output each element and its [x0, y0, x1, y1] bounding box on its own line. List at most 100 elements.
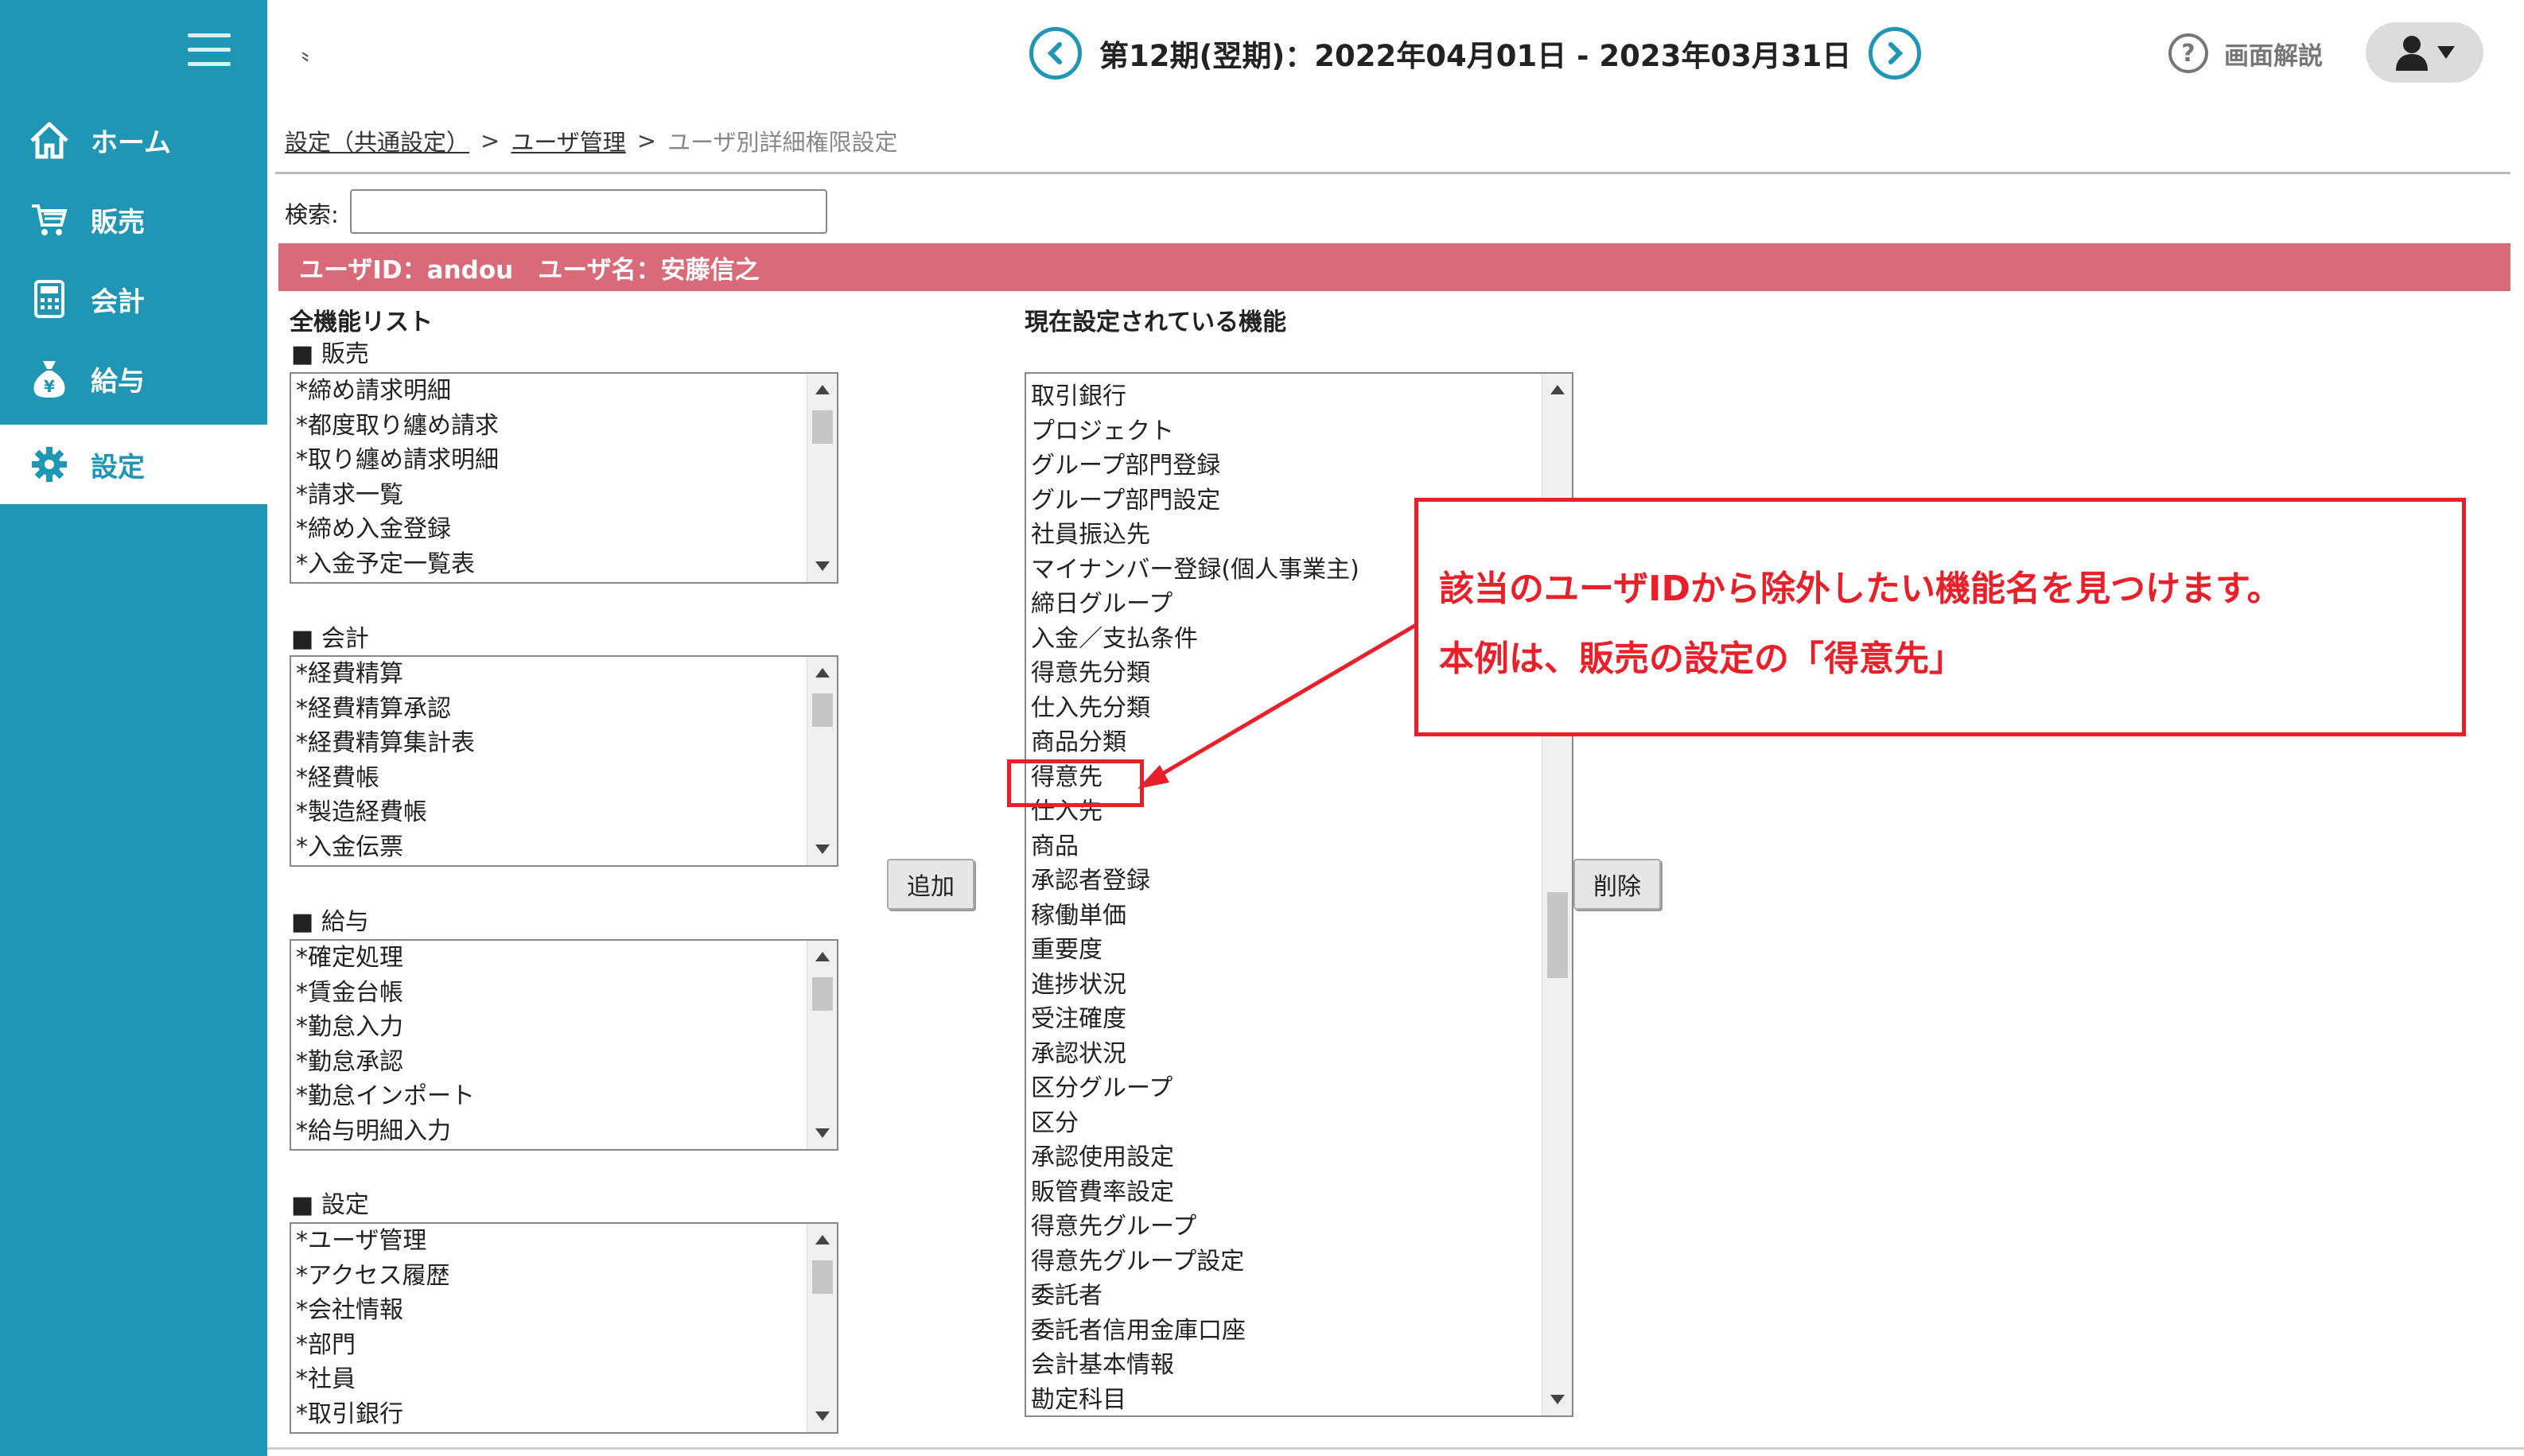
- list-item[interactable]: *請求一覧: [296, 478, 805, 513]
- list-item[interactable]: 承認者登録: [1031, 864, 1540, 899]
- scrollbar-thumb[interactable]: [812, 693, 833, 727]
- list-item[interactable]: *勤怠承認: [296, 1045, 805, 1080]
- sidebar-item-settings[interactable]: 設定: [0, 425, 267, 504]
- scroll-down-arrow-icon[interactable]: [815, 1411, 830, 1421]
- scrollbar[interactable]: [807, 941, 837, 1149]
- list-item[interactable]: *都度取り纏め請求: [296, 409, 805, 444]
- list-item[interactable]: *製造経費帳: [296, 795, 805, 830]
- function-list-settings[interactable]: *ユーザ管理 *アクセス履歴 *会社情報 *部門 *社員 *取引銀行: [290, 1222, 838, 1434]
- scrollbar[interactable]: [807, 657, 837, 865]
- scroll-down-arrow-icon[interactable]: [815, 561, 830, 571]
- calculator-icon: [27, 277, 72, 321]
- list-item[interactable]: プロジェクト: [1031, 414, 1540, 449]
- list-item[interactable]: *部門: [296, 1328, 805, 1363]
- scrollbar[interactable]: [807, 374, 837, 582]
- header-mark: 〟: [301, 38, 325, 66]
- add-button[interactable]: 追加: [887, 859, 974, 910]
- list-item[interactable]: *入金伝票: [296, 830, 805, 865]
- list-item[interactable]: 取引銀行: [1031, 379, 1540, 414]
- question-icon: ?: [2168, 33, 2208, 73]
- list-item[interactable]: 委託者: [1031, 1279, 1540, 1314]
- all-functions-title: 全機能リスト: [290, 309, 433, 336]
- list-item[interactable]: *ユーザ管理: [296, 1224, 805, 1259]
- list-item[interactable]: 承認状況: [1031, 1037, 1540, 1072]
- list-item[interactable]: *経費帳: [296, 761, 805, 796]
- period-label: 第12期(翌期)：2022年04月01日 - 2023年03月31日: [1099, 39, 1852, 73]
- breadcrumb-settings-link[interactable]: 設定（共通設定）: [285, 124, 469, 157]
- divider: [267, 1447, 2524, 1450]
- group-title-accounting: ■ 会計: [291, 625, 369, 653]
- list-item[interactable]: 得意先グループ: [1031, 1209, 1540, 1244]
- user-info-text: ユーザID：andou ユーザ名：安藤信之: [299, 255, 760, 285]
- scrollbar[interactable]: [807, 1224, 837, 1432]
- prev-period-button[interactable]: [1029, 27, 1082, 80]
- scrollbar-thumb[interactable]: [1547, 892, 1568, 978]
- list-item[interactable]: *取引銀行: [296, 1397, 805, 1432]
- callout-line-1: 該当のユーザIDから除外したい機能名を見つけます。: [1439, 569, 2282, 609]
- list-item[interactable]: 得意先グループ設定: [1031, 1244, 1540, 1279]
- gear-icon: [27, 442, 72, 487]
- list-item[interactable]: *経費精算: [296, 657, 805, 692]
- function-list-sales[interactable]: *締め請求明細 *都度取り纏め請求 *取り纏め請求明細 *請求一覧 *締め入金登…: [290, 372, 838, 584]
- list-item[interactable]: *会社情報: [296, 1293, 805, 1328]
- sidebar-item-sales[interactable]: 販売: [0, 180, 267, 259]
- sidebar-item-payroll[interactable]: ¥ 給与: [0, 339, 267, 418]
- next-period-button[interactable]: [1869, 27, 1922, 80]
- home-icon: [27, 118, 72, 162]
- scroll-up-arrow-icon[interactable]: [815, 952, 830, 961]
- breadcrumb: 設定（共通設定） > ユーザ管理 > ユーザ別詳細権限設定: [285, 124, 897, 157]
- list-item[interactable]: 承認使用設定: [1031, 1140, 1540, 1175]
- list-item[interactable]: *確定処理: [296, 941, 805, 976]
- list-item[interactable]: 販管費率設定: [1031, 1175, 1540, 1210]
- sidebar-item-home[interactable]: ホーム: [0, 100, 267, 180]
- user-menu-button[interactable]: [2366, 22, 2483, 83]
- scroll-down-arrow-icon[interactable]: [815, 844, 830, 854]
- list-item[interactable]: 重要度: [1031, 933, 1540, 968]
- scrollbar-thumb[interactable]: [812, 977, 833, 1011]
- hamburger-menu-icon[interactable]: [188, 33, 231, 67]
- list-item[interactable]: *取り纏め請求明細: [296, 443, 805, 478]
- list-item[interactable]: 委託者信用金庫口座: [1031, 1314, 1540, 1349]
- scrollbar-thumb[interactable]: [812, 410, 833, 444]
- scroll-down-arrow-icon[interactable]: [815, 1128, 830, 1138]
- list-item[interactable]: *アクセス履歴: [296, 1259, 805, 1294]
- list-item[interactable]: *賃金台帳: [296, 976, 805, 1011]
- list-item[interactable]: *経費精算承認: [296, 692, 805, 727]
- list-item[interactable]: *勤怠インポート: [296, 1079, 805, 1114]
- sidebar-item-label: 給与: [91, 365, 145, 398]
- scroll-down-arrow-icon[interactable]: [1550, 1395, 1565, 1404]
- sidebar-item-accounting[interactable]: 会計: [0, 259, 267, 339]
- list-item[interactable]: *締め入金登録: [296, 512, 805, 547]
- group-title-payroll: ■ 給与: [291, 908, 369, 936]
- breadcrumb-user-management-link[interactable]: ユーザ管理: [511, 124, 625, 157]
- list-item[interactable]: グループ部門登録: [1031, 448, 1540, 483]
- remove-button[interactable]: 削除: [1573, 859, 1661, 910]
- function-list-accounting[interactable]: *経費精算 *経費精算承認 *経費精算集計表 *経費帳 *製造経費帳 *入金伝票: [290, 655, 838, 867]
- list-item[interactable]: 区分: [1031, 1106, 1540, 1141]
- list-item[interactable]: 区分グループ: [1031, 1071, 1540, 1106]
- list-item[interactable]: *勤怠入力: [296, 1010, 805, 1045]
- scroll-up-arrow-icon[interactable]: [815, 385, 830, 394]
- list-item[interactable]: *入金予定一覧表: [296, 547, 805, 582]
- list-item[interactable]: 会計基本情報: [1031, 1348, 1540, 1383]
- list-items: *確定処理 *賃金台帳 *勤怠入力 *勤怠承認 *勤怠インポート *給与明細入力: [291, 941, 805, 1148]
- scroll-up-arrow-icon[interactable]: [815, 668, 830, 678]
- scroll-up-arrow-icon[interactable]: [815, 1235, 830, 1244]
- period-selector: 第12期(翌期)：2022年04月01日 - 2023年03月31日: [1029, 27, 1922, 80]
- scroll-up-arrow-icon[interactable]: [1550, 385, 1565, 394]
- help-button[interactable]: ? 画面解説: [2168, 33, 2323, 73]
- list-item[interactable]: *給与明細入力: [296, 1114, 805, 1149]
- list-items: *ユーザ管理 *アクセス履歴 *会社情報 *部門 *社員 *取引銀行: [291, 1224, 805, 1431]
- list-item[interactable]: 勘定科目: [1031, 1383, 1540, 1416]
- list-item[interactable]: 受注確度: [1031, 1002, 1540, 1037]
- list-item[interactable]: 商品: [1031, 829, 1540, 864]
- search-input[interactable]: [350, 189, 827, 234]
- list-item[interactable]: *経費精算集計表: [296, 726, 805, 761]
- list-item[interactable]: *社員: [296, 1362, 805, 1397]
- list-item[interactable]: 進捗状況: [1031, 968, 1540, 1003]
- list-item[interactable]: 稼働単価: [1031, 899, 1540, 934]
- user-icon: [2396, 36, 2428, 71]
- function-list-payroll[interactable]: *確定処理 *賃金台帳 *勤怠入力 *勤怠承認 *勤怠インポート *給与明細入力: [290, 939, 838, 1151]
- scrollbar-thumb[interactable]: [812, 1260, 833, 1294]
- list-item[interactable]: *締め請求明細: [296, 374, 805, 409]
